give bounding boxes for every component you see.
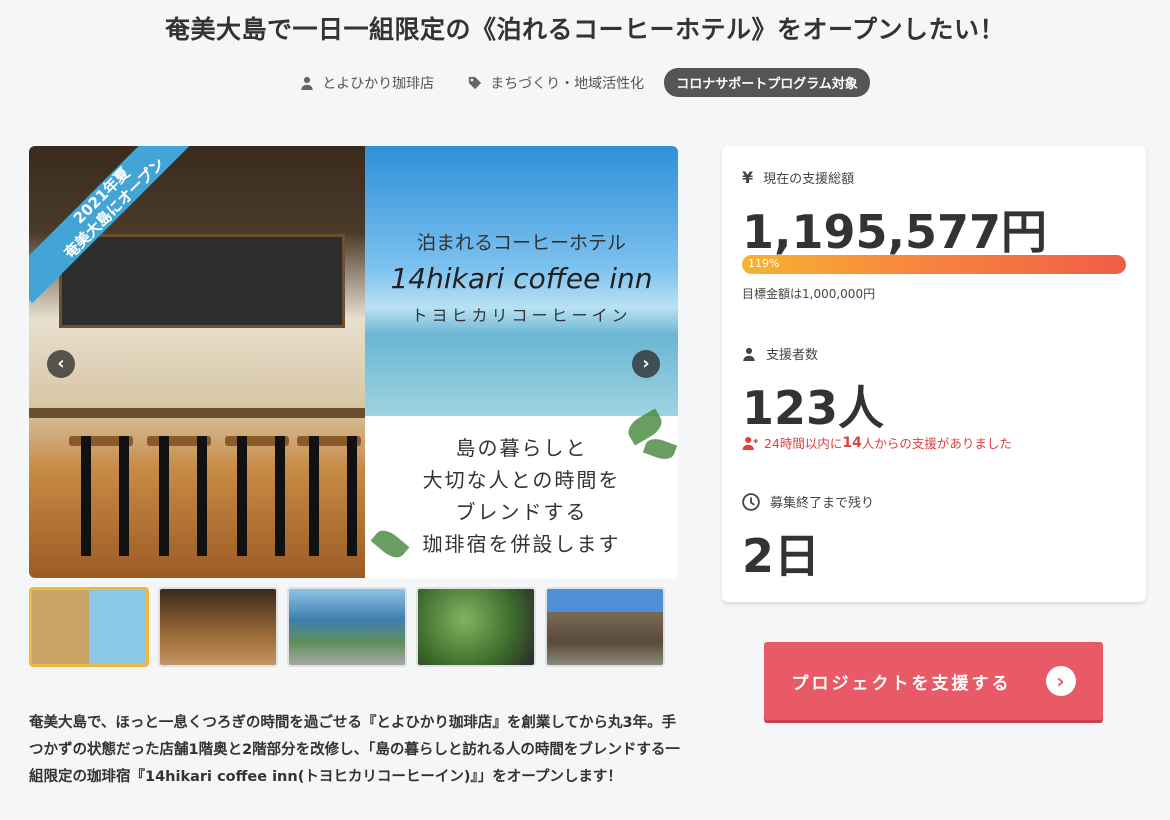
hero-image: 2021年夏 奄美大島にオープン 泊まれるコーヒーホテル 14hikari co…	[29, 146, 678, 578]
recent-backers: 24時間以内に 14 人からの支援がありました	[742, 433, 1012, 452]
funding-progress-bar: 119%	[742, 255, 1126, 274]
category-name: まちづくり・地域活性化	[490, 75, 645, 92]
owner-name: とよひかり珈琲店	[322, 75, 435, 92]
tag-icon	[469, 76, 482, 89]
program-badge[interactable]: コロナサポートプログラム対象	[664, 68, 870, 97]
promo-name: 14hikari coffee inn	[390, 262, 653, 295]
user-plus-icon	[742, 436, 758, 450]
promo-headline: 泊まれるコーヒーホテル	[416, 232, 626, 254]
goal-amount: 目標金額は1,000,000円	[742, 287, 876, 301]
funding-stats-card: ¥ 現在の支援総額 1,195,577円 119% 目標金額は1,000,000…	[722, 146, 1146, 602]
support-button-label: プロジェクトを支援する	[791, 673, 1012, 694]
arrow-right-icon: ›	[1045, 666, 1076, 696]
cafe-interior-photo: 2021年夏 奄美大島にオープン	[29, 146, 365, 578]
progress-percent: 119%	[748, 257, 780, 270]
promo-tagline-3: ブレンドする	[455, 500, 588, 524]
project-meta: とよひかり珈琲店 まちづくり・地域活性化 コロナサポートプログラム対象	[0, 68, 1170, 97]
yen-icon: ¥	[742, 168, 754, 187]
project-title: 奄美大島で一日一組限定の《泊れるコーヒーホテル》をオープンしたい！	[164, 15, 1005, 44]
carousel-prev-button[interactable]: ‹	[47, 350, 75, 378]
user-icon	[301, 76, 313, 90]
promo-kana: トヨヒカリコーヒーイン	[411, 306, 632, 325]
thumbnail-5[interactable]	[545, 587, 665, 667]
backers-value: 123人	[742, 381, 885, 435]
thumbnail-1[interactable]	[29, 587, 149, 667]
owner-link[interactable]: とよひかり珈琲店	[300, 73, 434, 93]
project-description: 奄美大島で、ほっと一息くつろぎの時間を過ごせる『とよひかり珈琲店』を創業してから…	[29, 715, 680, 785]
chalkboard-map	[59, 234, 345, 328]
category-link[interactable]: まちづくり・地域活性化	[468, 73, 644, 93]
thumbnail-2[interactable]	[158, 587, 278, 667]
amount-value: 1,195,577円	[742, 205, 1047, 259]
support-project-button[interactable]: プロジェクトを支援する ›	[764, 642, 1103, 720]
thumbnail-4[interactable]	[416, 587, 536, 667]
amount-label: ¥ 現在の支援総額	[742, 168, 855, 187]
thumbnail-strip	[29, 587, 665, 667]
promo-tagline-2: 大切な人との時間を	[422, 468, 621, 492]
remaining-value: 2日	[742, 529, 821, 583]
carousel-next-button[interactable]: ›	[632, 350, 660, 378]
remaining-label: 募集終了まで残り	[742, 492, 874, 511]
thumbnail-3[interactable]	[287, 587, 407, 667]
user-icon	[743, 347, 755, 361]
promo-tagline-4: 珈琲宿を併設します	[422, 532, 621, 556]
clock-icon	[742, 492, 760, 511]
backers-label: 支援者数	[742, 344, 818, 363]
